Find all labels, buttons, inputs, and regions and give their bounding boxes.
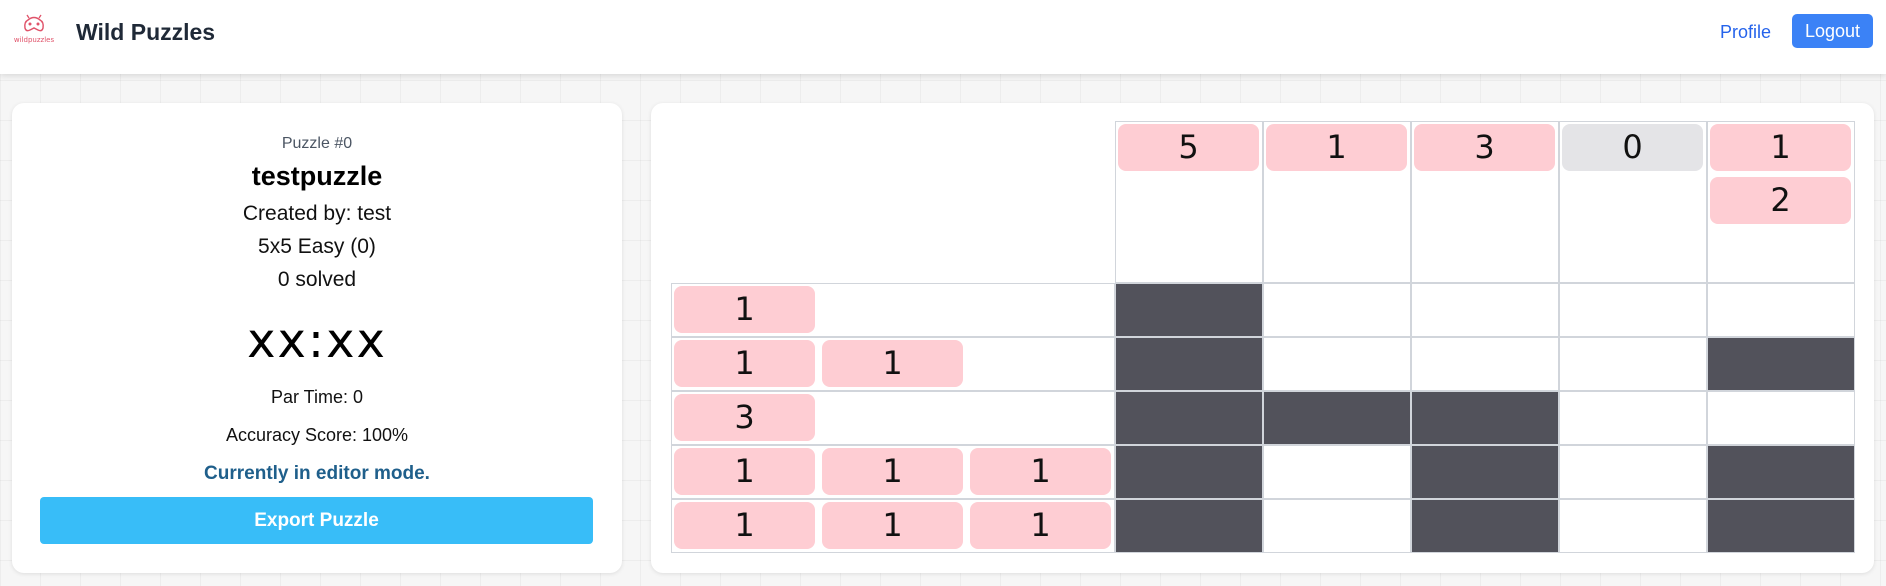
- timer: xx:xx: [247, 313, 387, 369]
- par-time: Par Time: 0: [270, 387, 364, 407]
- empty-cell[interactable]: [1559, 391, 1707, 445]
- row-clue-chip[interactable]: 1: [822, 448, 963, 495]
- empty-cell[interactable]: [1263, 337, 1411, 391]
- row-clue-chip[interactable]: 1: [822, 502, 963, 549]
- size-difficulty: 5x5 Easy (0): [258, 235, 376, 258]
- logo[interactable]: wildpuzzles: [13, 14, 55, 48]
- empty-cell[interactable]: [1559, 445, 1707, 499]
- empty-cell[interactable]: [1559, 499, 1707, 553]
- column-clue-chip[interactable]: 3: [1414, 124, 1555, 171]
- logout-button[interactable]: Logout: [1792, 14, 1873, 48]
- column-clue-chip[interactable]: 1: [1266, 124, 1407, 171]
- game-controller-icon: [24, 14, 44, 32]
- row-clue-chip[interactable]: 1: [674, 448, 815, 495]
- row-clue-chip[interactable]: 1: [970, 448, 1111, 495]
- row-clue-chip[interactable]: 1: [674, 286, 815, 333]
- filled-cell[interactable]: [1411, 391, 1559, 445]
- empty-cell[interactable]: [1707, 391, 1855, 445]
- filled-cell[interactable]: [1707, 445, 1855, 499]
- filled-cell[interactable]: [1707, 337, 1855, 391]
- row-clue-chip[interactable]: 1: [674, 502, 815, 549]
- puzzle-grid-panel: 5130121113111111: [651, 103, 1874, 573]
- top-navbar: wildpuzzles Wild Puzzles Profile Logout: [0, 0, 1886, 74]
- logo-text: wildpuzzles: [13, 36, 55, 44]
- filled-cell[interactable]: [1115, 499, 1263, 553]
- empty-cell[interactable]: [1559, 337, 1707, 391]
- filled-cell[interactable]: [1263, 391, 1411, 445]
- filled-cell[interactable]: [1115, 445, 1263, 499]
- empty-cell[interactable]: [1411, 337, 1559, 391]
- filled-cell[interactable]: [1411, 445, 1559, 499]
- row-clue-chip[interactable]: 3: [674, 394, 815, 441]
- column-clue-chip[interactable]: 5: [1118, 124, 1259, 171]
- editor-mode-message: Currently in editor mode.: [204, 463, 430, 484]
- accuracy-score: Accuracy Score: 100%: [225, 425, 409, 445]
- empty-cell[interactable]: [1263, 499, 1411, 553]
- row-clue-chip[interactable]: 1: [674, 340, 815, 387]
- created-by: Created by: test: [242, 202, 392, 225]
- empty-cell[interactable]: [1559, 283, 1707, 337]
- puzzle-info-panel: Puzzle #0 testpuzzle Created by: test 5x…: [12, 103, 622, 573]
- puzzle-number: Puzzle #0: [281, 135, 353, 152]
- puzzle-title: testpuzzle: [251, 161, 383, 191]
- filled-cell[interactable]: [1115, 391, 1263, 445]
- export-puzzle-button[interactable]: Export Puzzle: [40, 497, 593, 544]
- column-clue-chip[interactable]: 2: [1710, 177, 1851, 224]
- filled-cell[interactable]: [1707, 499, 1855, 553]
- filled-cell[interactable]: [1411, 499, 1559, 553]
- filled-cell[interactable]: [1115, 337, 1263, 391]
- profile-link[interactable]: Profile: [1720, 22, 1771, 43]
- empty-cell[interactable]: [1707, 283, 1855, 337]
- row-clue-chip[interactable]: 1: [970, 502, 1111, 549]
- row-clue-chip[interactable]: 1: [822, 340, 963, 387]
- column-clue-chip[interactable]: 0: [1562, 124, 1703, 171]
- solved-count: 0 solved: [277, 268, 357, 291]
- column-clue-chip[interactable]: 1: [1710, 124, 1851, 171]
- empty-cell[interactable]: [1263, 283, 1411, 337]
- empty-cell[interactable]: [1263, 445, 1411, 499]
- site-brand[interactable]: Wild Puzzles: [76, 19, 215, 46]
- filled-cell[interactable]: [1115, 283, 1263, 337]
- empty-cell[interactable]: [1411, 283, 1559, 337]
